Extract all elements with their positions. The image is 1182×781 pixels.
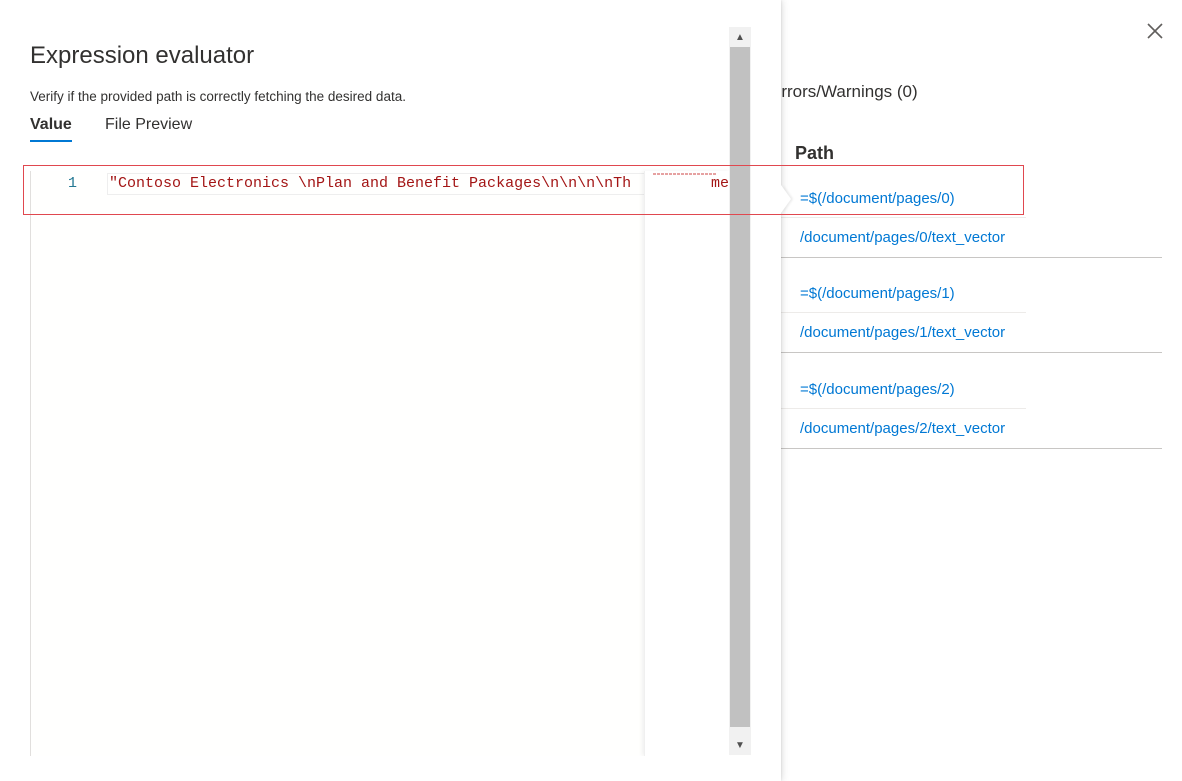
close-icon (1147, 23, 1163, 39)
path-expression-link[interactable]: =$(/document/pages/2) (780, 370, 1162, 409)
minimap-line (653, 173, 717, 175)
list-item: =$(/document/pages/2) /document/pages/2/… (780, 370, 1162, 449)
code-editor[interactable]: 1 "Contoso Electronics \nPlan and Benefi… (30, 171, 752, 756)
path-target-link[interactable]: /document/pages/2/text_vector (780, 409, 1162, 448)
list-item: =$(/document/pages/0) /document/pages/0/… (780, 179, 1162, 258)
path-expression-link[interactable]: =$(/document/pages/0) (780, 179, 1162, 218)
tab-errors-warnings[interactable]: Errors/Warnings (0) (770, 82, 918, 102)
scroll-down-icon[interactable]: ▼ (729, 735, 751, 755)
code-line[interactable]: "Contoso Electronics \nPlan and Benefit … (107, 173, 727, 195)
path-target-link[interactable]: /document/pages/0/text_vector (780, 218, 1162, 257)
scrollbar-thumb[interactable] (730, 47, 750, 727)
scroll-up-icon[interactable]: ▲ (729, 27, 751, 47)
tab-file-preview[interactable]: File Preview (105, 116, 192, 142)
dialog-description: Verify if the provided path is correctly… (30, 89, 406, 104)
list-item: =$(/document/pages/1) /document/pages/1/… (780, 274, 1162, 353)
path-column-header: Path (795, 143, 835, 163)
code-line-tail: me (711, 175, 730, 192)
close-button[interactable] (1142, 18, 1168, 44)
dialog-title: Expression evaluator (30, 42, 255, 69)
path-target-link[interactable]: /document/pages/1/text_vector (780, 313, 1162, 352)
line-number: 1 (67, 175, 77, 192)
callout-pointer (781, 185, 791, 213)
editor-minimap[interactable] (644, 171, 730, 756)
vertical-scrollbar[interactable]: ▲ ▼ (729, 27, 751, 755)
expression-evaluator-dialog: Expression evaluator Verify if the provi… (0, 0, 781, 781)
path-expression-link[interactable]: =$(/document/pages/1) (780, 274, 1162, 313)
screen: Errors/Warnings (0) Path =$(/document/pa… (0, 0, 1182, 781)
dialog-footer (0, 756, 781, 781)
tab-value[interactable]: Value (30, 116, 72, 142)
